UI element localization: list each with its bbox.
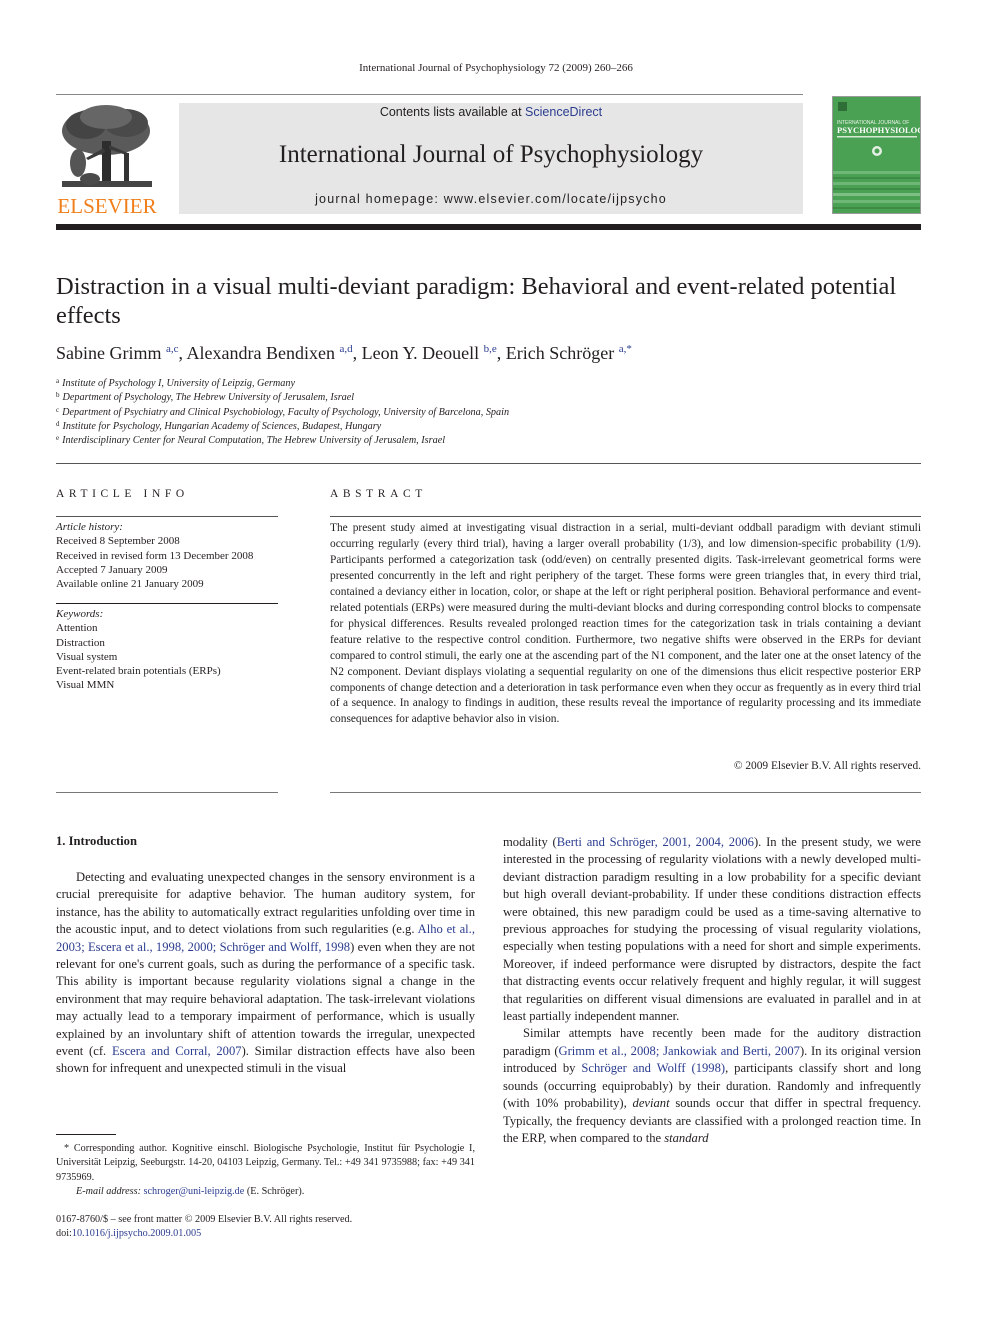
author: Erich Schröger a,* <box>506 343 632 363</box>
abstract-heading: ABSTRACT <box>330 488 427 500</box>
sciencedirect-link[interactable]: ScienceDirect <box>525 105 602 119</box>
author: Alexandra Bendixen a,d, <box>186 343 362 363</box>
elsevier-wordmark[interactable]: ELSEVIER <box>56 194 158 219</box>
footnote-rule <box>56 1134 116 1135</box>
keyword: Visual MMN <box>56 679 115 692</box>
body-column-left: Detecting and evaluating unexpected chan… <box>56 869 475 1078</box>
affiliation-list: a Institute of Psychology I, University o… <box>56 377 916 448</box>
affiliation: a Institute of Psychology I, University o… <box>56 377 295 390</box>
email-line: E-mail address: schroger@uni-leipzig.de … <box>76 1186 305 1198</box>
author-affiliation-marker[interactable]: a,d <box>339 343 352 355</box>
author-name: Alexandra Bendixen <box>186 343 335 363</box>
masthead-thick-rule <box>56 224 921 230</box>
citation-link[interactable]: Escera and Corral, 2007 <box>112 1044 242 1058</box>
author: Sabine Grimm a,c, <box>56 343 187 363</box>
paragraph: Detecting and evaluating unexpected chan… <box>56 870 475 1076</box>
author-name: Sabine Grimm <box>56 343 162 363</box>
history-item: Accepted 7 January 2009 <box>56 563 168 576</box>
affiliation: d Institute for Psychology, Hungarian Aca… <box>56 419 382 432</box>
keyword: Visual system <box>56 650 118 663</box>
citation-link[interactable]: Grimm et al., 2008; Jankowiak and Berti,… <box>559 1044 800 1058</box>
citation-link[interactable]: Schröger and Wolff (1998) <box>581 1061 725 1075</box>
keyword: Distraction <box>56 636 105 649</box>
contents-line: Contents lists available at ScienceDirec… <box>179 105 803 119</box>
running-head: International Journal of Psychophysiolog… <box>359 62 633 74</box>
journal-cover-image: INTERNATIONAL JOURNAL OF PSYCHOPHYSIOLOG… <box>833 97 921 213</box>
keyword: Event-related brain potentials (ERPs) <box>56 665 221 678</box>
doi-line: doi:10.1016/j.ijpsycho.2009.01.005 <box>56 1228 202 1240</box>
author-affiliation-marker[interactable]: b,e <box>484 343 497 355</box>
history-item: Available online 21 January 2009 <box>56 578 204 591</box>
history-item: Received 8 September 2008 <box>56 535 180 548</box>
article-info-divider <box>56 516 278 517</box>
affiliation: c Department of Psychiatry and Clinical P… <box>56 405 510 418</box>
author-affiliation-marker[interactable]: a,* <box>619 343 632 355</box>
author-affiliation-marker[interactable]: a,c <box>166 343 179 355</box>
tree-icon <box>62 105 152 187</box>
corresponding-author-text: * Corresponding author. Kognitive einsch… <box>56 1143 475 1183</box>
abstract-text: The present study aimed at investigating… <box>330 522 921 726</box>
article-info-heading: ARTICLE INFO <box>56 488 189 500</box>
history-label: Article history: <box>56 521 123 533</box>
author-name: Erich Schröger <box>505 343 615 363</box>
author-name: Leon Y. Deouell <box>361 343 480 363</box>
keywords-divider <box>56 603 278 604</box>
homepage-url[interactable]: www.elsevier.com/locate/ijpsycho <box>444 192 667 206</box>
corresponding-author-footnote: * Corresponding author. Kognitive einsch… <box>56 1142 475 1200</box>
email-link[interactable]: schroger@uni-leipzig.de <box>144 1186 245 1197</box>
body-column-right: modality (Berti and Schröger, 2001, 2004… <box>503 834 921 1147</box>
front-matter: 0167-8760/$ – see front matter © 2009 El… <box>56 1213 475 1242</box>
keywords-label: Keywords: <box>56 608 104 620</box>
section-heading-introduction: 1. Introduction <box>56 834 137 848</box>
history-item: Received in revised form 13 December 200… <box>56 549 254 562</box>
section-divider <box>56 463 921 464</box>
paragraph: modality (Berti and Schröger, 2001, 2004… <box>503 835 921 1024</box>
abstract-bottom-divider <box>330 792 921 793</box>
keywords: Keywords: Attention Distraction Visual s… <box>56 607 286 693</box>
journal-cover-thumbnail[interactable]: INTERNATIONAL JOURNAL OF PSYCHOPHYSIOLOG… <box>832 96 921 214</box>
article-title: Distraction in a visual multi-deviant pa… <box>56 273 897 329</box>
issn-copyright: 0167-8760/$ – see front matter © 2009 El… <box>56 1214 353 1225</box>
affiliation: b Department of Psychology, The Hebrew Un… <box>56 391 355 404</box>
abstract-divider <box>330 516 921 517</box>
keyword: Attention <box>56 622 98 635</box>
contents-prefix: Contents lists available at <box>379 105 526 119</box>
homepage-prefix: journal homepage: <box>315 192 444 206</box>
journal-title: International Journal of Psychophysiolog… <box>278 141 704 168</box>
abstract-copyright: © 2009 Elsevier B.V. All rights reserved… <box>733 760 921 772</box>
paragraph: Similar attempts have recently been made… <box>503 1026 921 1145</box>
cover-line2: PSYCHOPHYSIOLOGY <box>837 125 921 135</box>
author: Leon Y. Deouell b,e, <box>361 343 506 363</box>
citation-link[interactable]: Berti and Schröger, 2001, 2004, 2006 <box>557 835 754 849</box>
author-list: Sabine Grimm a,c, Alexandra Bendixen a,d… <box>56 343 632 364</box>
article-info-bottom-divider <box>56 792 278 793</box>
doi-link[interactable]: 10.1016/j.ijpsycho.2009.01.005 <box>72 1228 201 1239</box>
journal-homepage: journal homepage: www.elsevier.com/locat… <box>179 192 803 206</box>
masthead-top-rule <box>56 94 803 95</box>
article-history: Article history: Received 8 September 20… <box>56 520 286 591</box>
affiliation: e Interdisciplinary Center for Neural Com… <box>56 434 446 447</box>
